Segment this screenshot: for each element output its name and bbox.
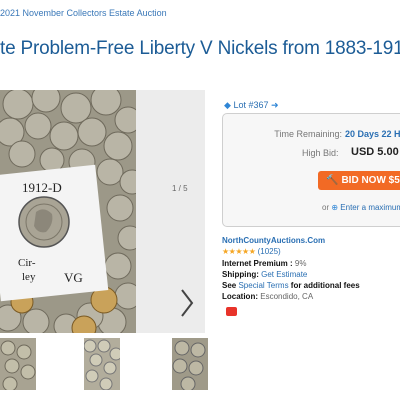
internet-premium-value: 9%	[294, 259, 307, 268]
enter-max-bid-link[interactable]: Enter a maximum	[340, 203, 400, 212]
see-label: See	[222, 281, 237, 290]
internet-premium-row: Internet Premium : 9%	[222, 259, 306, 268]
shipping-label: Shipping:	[222, 270, 259, 279]
card-grade-text-3: VG	[64, 270, 83, 285]
seller-name-link[interactable]: NorthCountyAuctions.Com	[222, 236, 325, 245]
card-grade-text-2: ley	[22, 271, 36, 283]
internet-premium-label: Internet Premium :	[222, 259, 293, 268]
card-grade-text-1: Cir-	[18, 257, 36, 269]
rating-count-link[interactable]: (1025)	[258, 247, 281, 256]
time-remaining-value: 20 Days 22 H	[345, 129, 400, 139]
shipping-row: Shipping: Get Estimate	[222, 270, 307, 279]
thumbnail-strip	[0, 338, 208, 394]
plus-icon: ⊕	[331, 203, 339, 212]
max-bid-row: or ⊕ Enter a maximum	[322, 203, 400, 212]
or-text: or	[322, 203, 330, 212]
image-counter: 1 / 5	[172, 184, 188, 193]
thumbnail-2[interactable]	[84, 338, 120, 390]
bid-now-label: BID NOW $5	[341, 175, 400, 186]
additional-fees-label: for additional fees	[290, 281, 360, 290]
lot-navigation: ◆ Lot #367 ➜	[224, 100, 279, 111]
rating-stars-icon: ★★★★★	[222, 247, 256, 256]
image-gallery[interactable]: 1912-D Cir- ley VG 1 / 5	[0, 90, 205, 333]
high-bid-label: High Bid:	[302, 148, 339, 158]
shipping-estimate-link[interactable]: Get Estimate	[261, 270, 307, 279]
previous-lot-icon[interactable]: ◆	[224, 100, 231, 110]
chevron-right-icon[interactable]	[180, 288, 194, 318]
thumbnail-3[interactable]	[172, 338, 208, 390]
gavel-icon: 🔨	[326, 175, 339, 186]
bid-now-button[interactable]: 🔨 BID NOW $5	[318, 171, 400, 190]
time-remaining-label: Time Remaining:	[274, 129, 342, 139]
thumbnail-1[interactable]	[0, 338, 36, 390]
card-date-text: 1912-D	[22, 180, 62, 195]
live-badge-icon	[226, 307, 237, 316]
location-label: Location:	[222, 292, 258, 301]
location-row: Location: Escondido, CA	[222, 292, 313, 301]
main-photo[interactable]: 1912-D Cir- ley VG	[0, 90, 136, 333]
next-lot-icon[interactable]: ➜	[271, 100, 279, 110]
breadcrumb[interactable]: 2021 November Collectors Estate Auction	[0, 8, 167, 18]
seller-rating: ★★★★★ (1025)	[222, 247, 281, 256]
location-value: Escondido, CA	[260, 292, 314, 301]
terms-row: See Special Terms for additional fees	[222, 281, 360, 290]
high-bid-value: USD 5.00	[351, 146, 399, 158]
lot-number: Lot #367	[233, 100, 269, 110]
page-title: te Problem-Free Liberty V Nickels from 1…	[0, 38, 400, 59]
special-terms-link[interactable]: Special Terms	[238, 281, 288, 290]
